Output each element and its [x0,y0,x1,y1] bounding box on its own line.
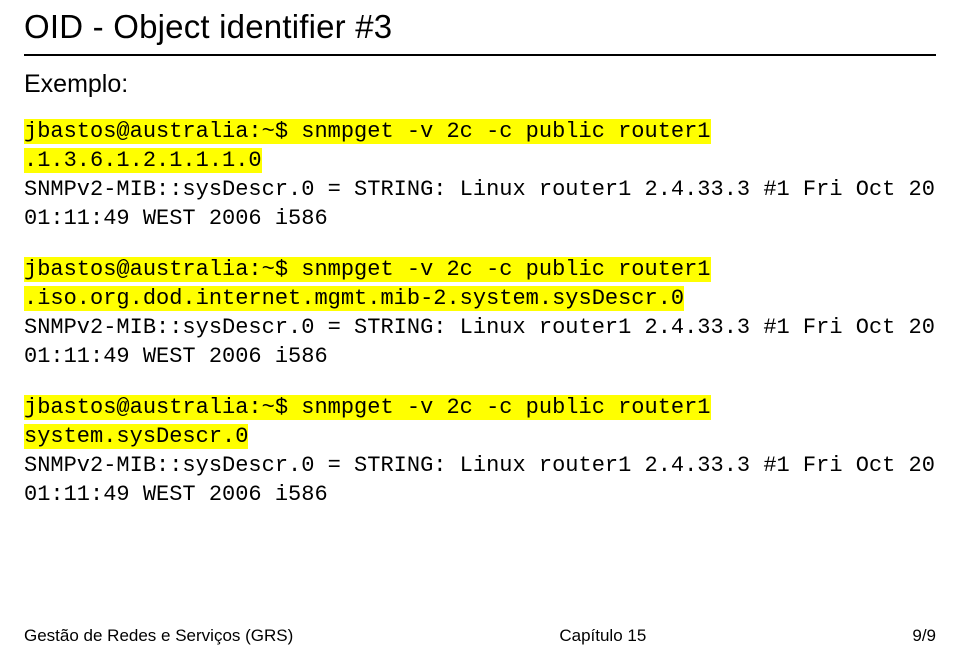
page-container: OID - Object identifier #3 Exemplo: jbas… [0,0,960,658]
example-3-command: jbastos@australia:~$ snmpget -v 2c -c pu… [24,395,711,449]
example-1-command: jbastos@australia:~$ snmpget -v 2c -c pu… [24,119,711,173]
footer-left: Gestão de Redes e Serviços (GRS) [24,626,293,646]
example-3: jbastos@australia:~$ snmpget -v 2c -c pu… [24,393,936,509]
example-2-command: jbastos@australia:~$ snmpget -v 2c -c pu… [24,257,711,311]
title-divider [24,54,936,56]
example-3-response: SNMPv2-MIB::sysDescr.0 = STRING: Linux r… [24,453,935,507]
example-1: jbastos@australia:~$ snmpget -v 2c -c pu… [24,117,936,233]
example-2-response: SNMPv2-MIB::sysDescr.0 = STRING: Linux r… [24,315,935,369]
page-footer: Gestão de Redes e Serviços (GRS) Capítul… [24,626,936,646]
footer-center: Capítulo 15 [559,626,646,646]
section-label: Exemplo: [24,70,936,99]
footer-right: 9/9 [912,626,936,646]
page-title: OID - Object identifier #3 [24,8,936,46]
example-2: jbastos@australia:~$ snmpget -v 2c -c pu… [24,255,936,371]
example-1-response: SNMPv2-MIB::sysDescr.0 = STRING: Linux r… [24,177,935,231]
